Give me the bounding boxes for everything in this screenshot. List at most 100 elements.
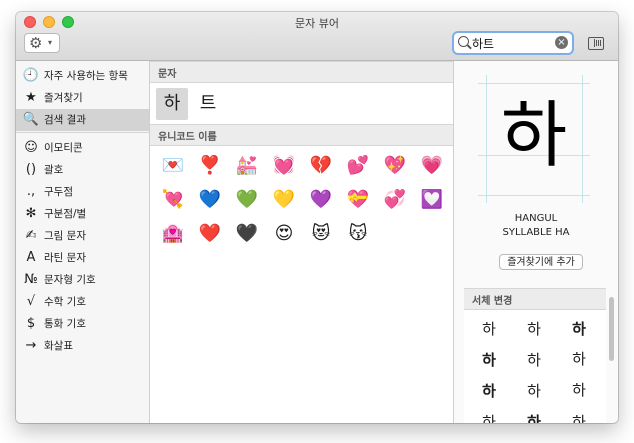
titlebar: 문자 뷰어 ⚙ ▾ × <box>16 12 618 61</box>
clear-icon[interactable]: × <box>555 36 568 49</box>
character-cell[interactable]: 트 <box>192 88 224 120</box>
emoji-cell[interactable]: 💔 <box>306 151 336 181</box>
emoji-cell[interactable]: 💟 <box>417 185 447 215</box>
category-icon: ☺ <box>24 140 38 155</box>
font-variant-cell[interactable]: 하 <box>564 314 594 344</box>
emoji-cell[interactable]: 😍 <box>269 219 299 249</box>
section-header-characters: 문자 <box>150 61 453 83</box>
sidebar-item-label: 문자형 기호 <box>44 274 96 286</box>
sidebar-item-label: 화살표 <box>44 340 73 352</box>
sidebar-item-4[interactable]: () 괄호 <box>16 159 149 181</box>
sidebar-item-label: 라틴 문자 <box>44 252 86 264</box>
font-variation-header: 서체 변경 <box>464 288 606 310</box>
sidebar-item-7[interactable]: ✍ 그림 문자 <box>16 225 149 247</box>
search-field[interactable]: × <box>452 31 574 55</box>
sidebar-item-12[interactable]: → 화살표 <box>16 335 149 357</box>
sidebar-item-label: 자주 사용하는 항목 <box>44 70 128 82</box>
category-icon: 🔍 <box>22 112 40 127</box>
category-icon: ★ <box>25 90 37 105</box>
detail-pane: 하 HANGUL SYLLABLE HA 즐겨찾기에 추가 서체 변경 하하하하… <box>454 61 618 423</box>
font-variant-cell[interactable]: 하 <box>474 376 504 406</box>
emoji-cell[interactable]: 💗 <box>417 151 447 181</box>
sidebar-item-11[interactable]: $ 통화 기호 <box>16 313 149 335</box>
sidebar-item-label: 검색 결과 <box>44 114 86 126</box>
divider <box>16 132 149 133</box>
results-pane: 문자 유니코드 이름 하 트 💌 ❣️ 💒 💓 💔 💕 💖 💗 💘 💙 💚 💛 💜 💝 💞 💟 🏩 ❤️ 🖤 😍 😻 😽 <box>150 61 454 423</box>
sidebar-item-1[interactable]: ★ 즐겨찾기 <box>16 87 149 109</box>
emoji-cell[interactable]: 💜 <box>306 185 336 215</box>
emoji-cell[interactable]: 🖤 <box>232 219 262 249</box>
emoji-cell[interactable]: 💞 <box>380 185 410 215</box>
sidebar-item-label: 수학 기호 <box>44 296 86 308</box>
sidebar-item-10[interactable]: √ 수학 기호 <box>16 291 149 313</box>
preview-glyph: 하 <box>500 93 568 177</box>
sidebar-item-label: 구두점 <box>44 186 73 198</box>
sidebar: 🕘 자주 사용하는 항목 ★ 즐겨찾기 🔍 검색 결과 ☺ 이모티콘 () 괄호., 구두점 ✻ 구분점… <box>16 61 150 423</box>
sidebar-item-label: 그림 문자 <box>44 230 86 242</box>
sidebar-item-5[interactable]: ., 구두점 <box>16 181 149 203</box>
toggle-view-button[interactable] <box>588 37 604 50</box>
emoji-cell[interactable]: ❣️ <box>195 151 225 181</box>
category-icon: → <box>25 338 37 353</box>
add-to-favorites-button[interactable]: 즐겨찾기에 추가 <box>499 254 583 270</box>
emoji-cell[interactable]: 💘 <box>158 185 188 215</box>
emoji-cell[interactable]: 💙 <box>195 185 225 215</box>
section-title: 문자 <box>158 69 177 80</box>
sidebar-item-label: 이모티콘 <box>44 142 83 154</box>
category-icon: ., <box>26 184 36 199</box>
category-icon: √ <box>26 294 36 309</box>
font-variant-cell[interactable]: 하 <box>474 407 504 423</box>
emoji-cell[interactable]: 💝 <box>343 185 373 215</box>
emoji-cell[interactable]: 💖 <box>380 151 410 181</box>
emoji-cell[interactable]: 💓 <box>269 151 299 181</box>
emoji-cell[interactable]: 💒 <box>232 151 262 181</box>
font-variant-cell[interactable]: 하 <box>474 314 504 344</box>
section-header-unicode-names: 유니코드 이름 <box>150 124 453 146</box>
sidebar-item-2[interactable]: 🔍 검색 결과 <box>16 109 149 131</box>
unicode-name-line2: SYLLABLE HA <box>502 227 570 238</box>
category-icon: () <box>25 162 37 177</box>
character-cell[interactable]: 하 <box>156 88 188 120</box>
emoji-cell[interactable]: ❤️ <box>195 219 225 249</box>
category-icon: ✍ <box>25 228 37 243</box>
search-input[interactable] <box>472 34 552 52</box>
sidebar-item-0[interactable]: 🕘 자주 사용하는 항목 <box>16 65 149 87</box>
font-variant-cell[interactable]: 하 <box>564 407 594 423</box>
font-variant-cell[interactable]: 하 <box>519 376 549 406</box>
scrollbar[interactable] <box>609 297 614 361</box>
emoji-cell[interactable]: 💕 <box>343 151 373 181</box>
sidebar-item-label: 통화 기호 <box>44 318 86 330</box>
emoji-cell[interactable]: 💚 <box>232 185 262 215</box>
sidebar-item-3[interactable]: ☺ 이모티콘 <box>16 137 149 159</box>
emoji-cell[interactable]: 😻 <box>306 219 336 249</box>
character-viewer-window: 문자 뷰어 ⚙ ▾ × 🕘 자주 사용하는 항목 ★ 즐겨찾기 🔍 검색 결과 ☺ 이모티콘 (… <box>16 12 618 423</box>
font-variant-cell[interactable]: 하 <box>519 407 549 423</box>
font-variant-cell[interactable]: 하 <box>564 345 594 375</box>
font-variant-cell[interactable]: 하 <box>564 376 594 406</box>
font-variations: 하하하하하하하하하하하하 <box>464 310 606 423</box>
font-variant-cell[interactable]: 하 <box>519 345 549 375</box>
character-preview: 하 <box>478 75 590 203</box>
category-icon: 🕘 <box>22 68 40 83</box>
action-menu-button[interactable]: ⚙ ▾ <box>24 33 60 53</box>
sidebar-item-label: 구분점/별 <box>44 208 87 220</box>
font-variant-cell[interactable]: 하 <box>474 345 504 375</box>
sidebar-item-6[interactable]: ✻ 구분점/별 <box>16 203 149 225</box>
chevron-down-icon: ▾ <box>48 38 53 47</box>
section-title: 유니코드 이름 <box>158 132 217 143</box>
emoji-cell[interactable]: 💌 <box>158 151 188 181</box>
gear-icon: ⚙ <box>29 34 43 52</box>
emoji-cell[interactable]: 💛 <box>269 185 299 215</box>
category-icon: № <box>24 272 38 287</box>
search-icon <box>458 36 469 47</box>
font-variant-cell[interactable]: 하 <box>519 314 549 344</box>
section-title: 서체 변경 <box>472 296 513 307</box>
window-title: 문자 뷰어 <box>295 17 339 30</box>
emoji-cell[interactable]: 🏩 <box>158 219 188 249</box>
category-icon: ✻ <box>25 206 37 221</box>
category-icon: $ <box>26 316 36 331</box>
sidebar-item-8[interactable]: A 라틴 문자 <box>16 247 149 269</box>
sidebar-item-label: 괄호 <box>44 164 64 176</box>
emoji-cell[interactable]: 😽 <box>343 219 373 249</box>
sidebar-item-9[interactable]: № 문자형 기호 <box>16 269 149 291</box>
